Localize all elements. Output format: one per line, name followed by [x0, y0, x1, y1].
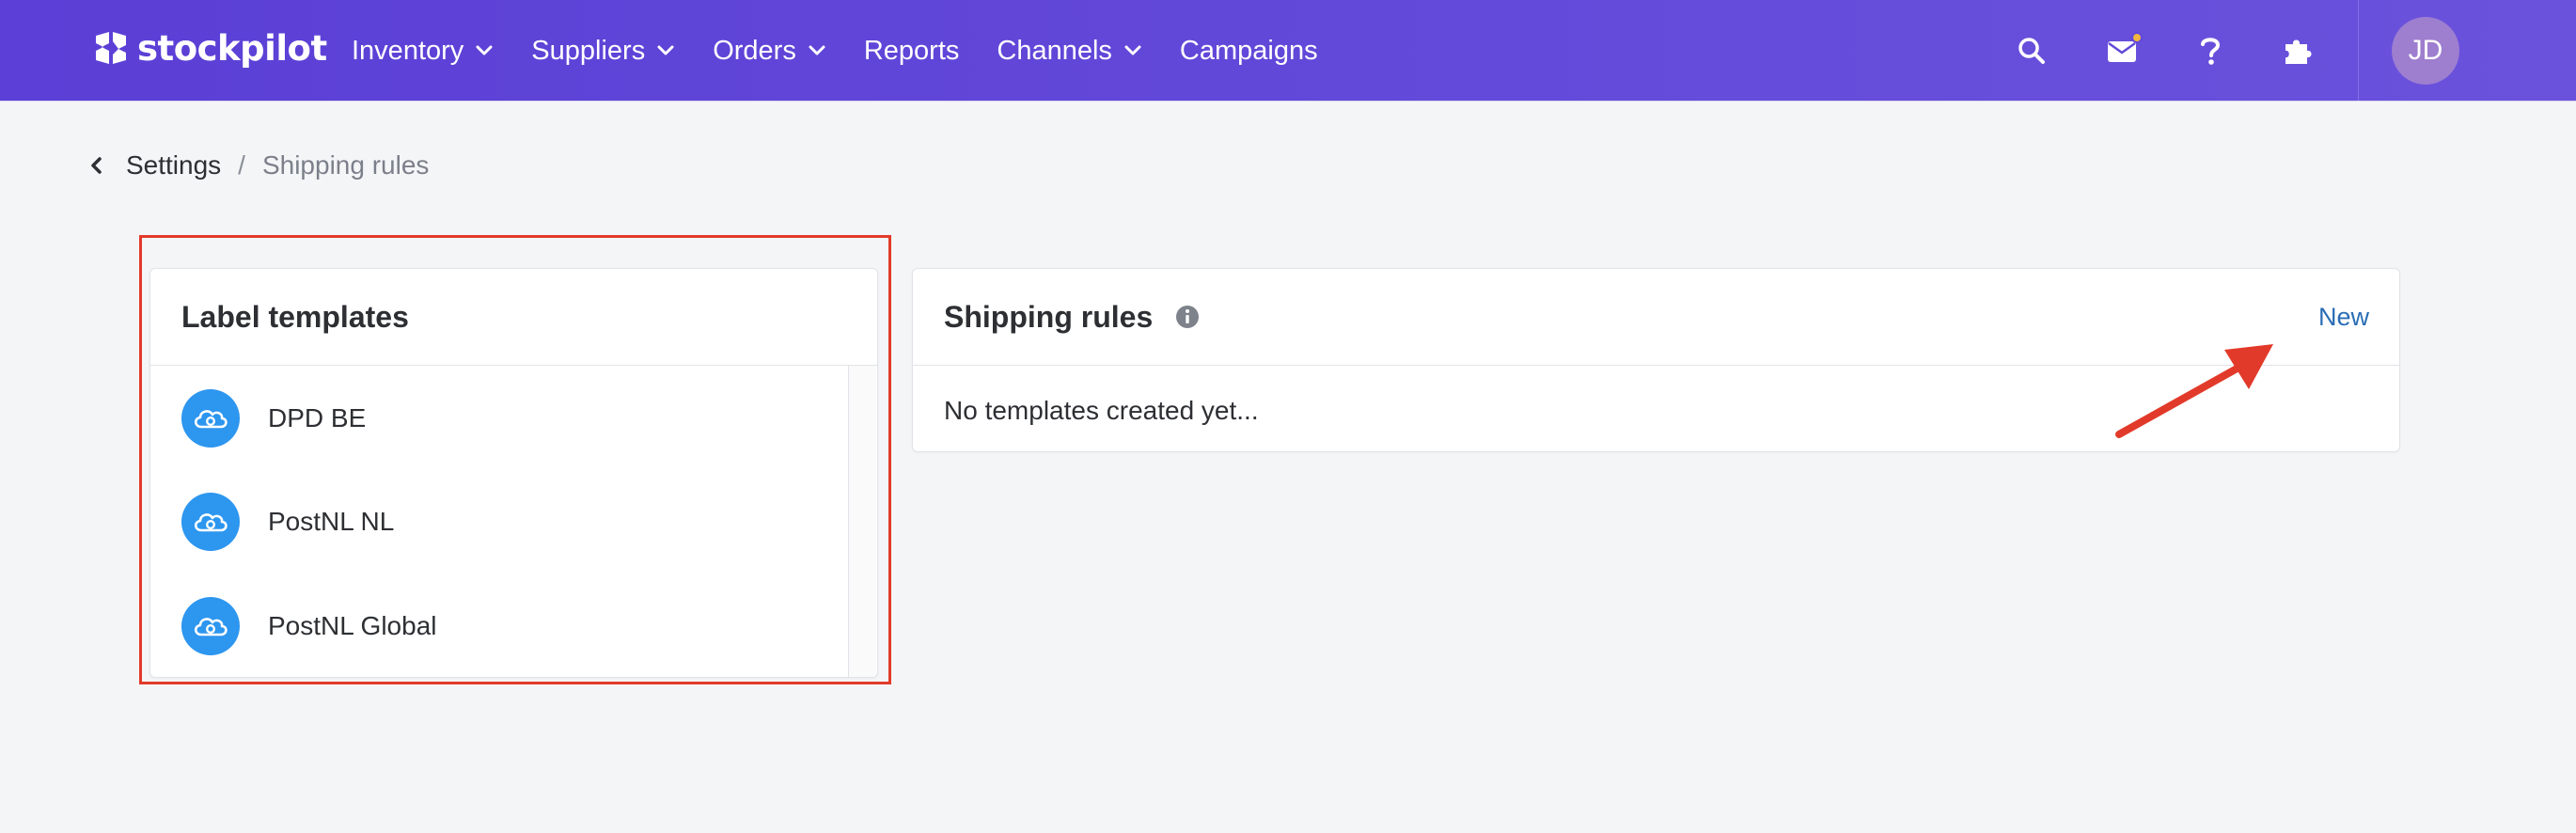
- main-nav: Inventory Suppliers Orders Reports Chann…: [352, 0, 1356, 102]
- list-item-postnl-nl[interactable]: PostNL NL: [181, 492, 394, 552]
- cloud-icon: [181, 493, 240, 551]
- list-scrollbar[interactable]: [848, 366, 876, 677]
- breadcrumb-separator: /: [238, 150, 245, 180]
- mail-icon: [2108, 41, 2136, 62]
- nav-reports[interactable]: Reports: [864, 36, 960, 67]
- nav-label: Inventory: [352, 35, 464, 66]
- cloud-icon: [181, 389, 240, 448]
- nav-label: Orders: [713, 35, 796, 66]
- nav-label: Channels: [997, 35, 1112, 66]
- nav-label: Reports: [863, 35, 960, 66]
- card-title: Label templates: [181, 299, 409, 334]
- chevron-down-icon: [657, 45, 674, 55]
- stockpilot-logo-icon: [96, 32, 126, 64]
- card-title: Shipping rules: [944, 299, 1154, 334]
- chevron-down-icon: [809, 45, 825, 55]
- label-templates-card: Label templates DPD BE PostNL NL PostNL …: [149, 268, 878, 678]
- nav-orders[interactable]: Orders: [713, 36, 826, 67]
- template-name: PostNL Global: [268, 611, 437, 640]
- breadcrumb-settings-link[interactable]: Settings: [126, 150, 221, 181]
- card-header: Label templates: [150, 269, 877, 366]
- nav-channels[interactable]: Channels: [997, 36, 1142, 67]
- nav-label: Suppliers: [531, 35, 646, 66]
- cloud-icon: [181, 597, 240, 655]
- help-button[interactable]: [2193, 34, 2227, 68]
- breadcrumb-current: Shipping rules: [261, 150, 430, 180]
- list-item-dpd-be[interactable]: DPD BE: [181, 388, 366, 448]
- empty-state-text: No templates created yet...: [944, 396, 1259, 425]
- info-icon[interactable]: [1175, 305, 1200, 329]
- template-name: PostNL NL: [268, 507, 395, 536]
- chevron-down-icon: [476, 45, 493, 55]
- annotation-arrow-icon: [2115, 344, 2273, 438]
- brand-name: stockpilot: [137, 27, 327, 69]
- chevron-left-icon[interactable]: [88, 155, 105, 176]
- chevron-down-icon: [1124, 45, 1141, 55]
- notification-dot: [2131, 32, 2143, 43]
- help-icon: [2201, 38, 2221, 65]
- brand-logo[interactable]: stockpilot: [90, 28, 327, 68]
- puzzle-icon: [2285, 39, 2312, 64]
- messages-button[interactable]: [2105, 32, 2143, 68]
- new-shipping-rule-button[interactable]: New: [2318, 303, 2369, 332]
- list-item-postnl-global[interactable]: PostNL Global: [181, 596, 437, 656]
- integrations-button[interactable]: [2282, 34, 2316, 68]
- search-icon: [2018, 38, 2045, 64]
- breadcrumb: Settings / Shipping rules: [88, 150, 429, 181]
- nav-suppliers[interactable]: Suppliers: [531, 36, 675, 67]
- nav-campaigns[interactable]: Campaigns: [1180, 36, 1318, 67]
- nav-inventory[interactable]: Inventory: [352, 36, 494, 67]
- nav-label: Campaigns: [1179, 35, 1318, 66]
- nav-divider: [2358, 0, 2359, 102]
- search-button[interactable]: [2015, 34, 2049, 68]
- top-navbar: stockpilot Inventory Suppliers Orders Re…: [0, 0, 2576, 102]
- user-avatar[interactable]: JD: [2392, 17, 2459, 85]
- label-templates-list: DPD BE PostNL NL PostNL Global: [150, 366, 877, 677]
- nav-utility-icons: [2003, 0, 2316, 102]
- template-name: DPD BE: [268, 403, 367, 432]
